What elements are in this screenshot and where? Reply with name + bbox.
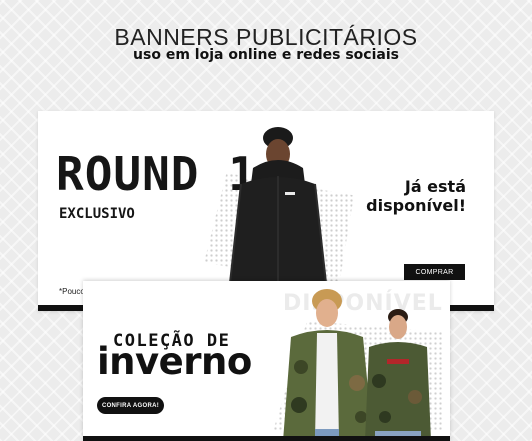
model-photo-camo-sweater	[365, 309, 431, 441]
model-photo-camo-jacket	[283, 289, 373, 441]
banner-bottom-bar-2	[83, 436, 450, 441]
page-subtitle: uso em loja online e redes sociais	[133, 47, 399, 63]
model-photo-jacket	[228, 127, 328, 293]
collection-title-line-2: inverno	[97, 340, 252, 383]
availability-text: Já está disponível!	[366, 177, 466, 215]
availability-line-2: disponível!	[366, 196, 466, 216]
fineprint-text: *Pouco	[59, 287, 85, 296]
banner-round-subtitle: EXCLUSIVO	[59, 206, 135, 222]
availability-line-1: Já está	[404, 177, 466, 196]
buy-button[interactable]: COMPRAR	[404, 264, 465, 280]
banner-inverno: DISPONÍVEL COLEÇÃO DE inverno CONFIRA AG…	[83, 281, 450, 441]
check-now-button[interactable]: CONFIRA AGORA!	[97, 397, 164, 414]
